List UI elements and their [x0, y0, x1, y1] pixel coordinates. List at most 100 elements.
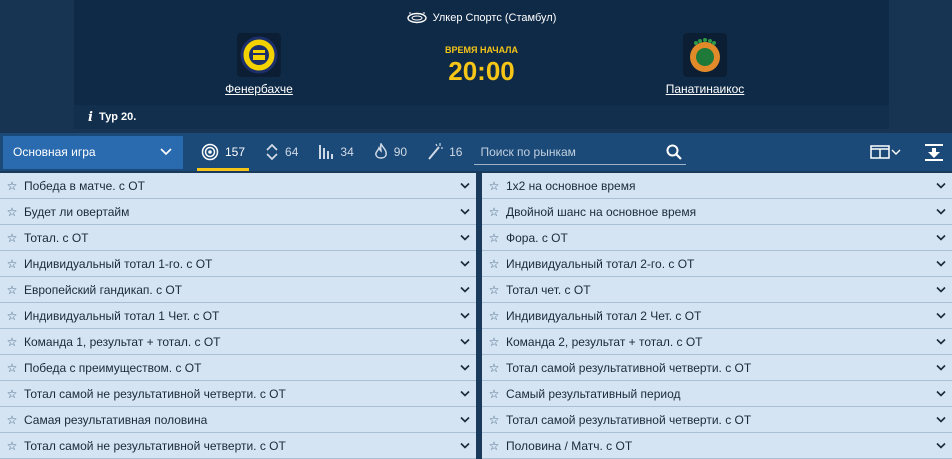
toolbar-right [870, 139, 952, 165]
star-icon[interactable]: ☆ [0, 439, 24, 453]
chevron-down-icon[interactable] [454, 390, 476, 398]
chevron-down-icon[interactable] [930, 182, 952, 190]
filter-handicap[interactable]: 64 [261, 133, 302, 171]
market-row[interactable]: ☆ 1х2 на основное время [482, 173, 952, 199]
chevron-down-icon[interactable] [930, 442, 952, 450]
chevron-down-icon[interactable] [454, 234, 476, 242]
star-icon[interactable]: ☆ [482, 179, 506, 193]
market-row[interactable]: ☆ Индивидуальный тотал 2 Чет. с ОТ [482, 303, 952, 329]
start-time: 20:00 [448, 56, 515, 86]
chevron-down-icon[interactable] [930, 416, 952, 424]
market-group-value: Основная игра [13, 145, 96, 159]
star-icon[interactable]: ☆ [0, 387, 24, 401]
market-row[interactable]: ☆ Европейский гандикап. с ОТ [0, 277, 476, 303]
market-row[interactable]: ☆ Самый результативный период [482, 381, 952, 407]
chevron-down-icon[interactable] [454, 312, 476, 320]
market-row[interactable]: ☆ Индивидуальный тотал 1 Чет. с ОТ [0, 303, 476, 329]
star-icon[interactable]: ☆ [482, 257, 506, 271]
chevron-down-icon[interactable] [930, 312, 952, 320]
market-row[interactable]: ☆ Тотал самой результативной четверти. с … [482, 407, 952, 433]
star-icon[interactable]: ☆ [482, 387, 506, 401]
star-icon[interactable]: ☆ [0, 335, 24, 349]
filter-totals[interactable]: 34 [314, 133, 357, 171]
magic-wand-icon [428, 143, 444, 160]
layout-toggle-button[interactable] [870, 145, 902, 159]
market-row[interactable]: ☆ Половина / Матч. с ОТ [482, 433, 952, 459]
chevron-down-icon[interactable] [930, 286, 952, 294]
star-icon[interactable]: ☆ [482, 413, 506, 427]
market-search-input[interactable] [480, 144, 661, 159]
market-row[interactable]: ☆ Двойной шанс на основное время [482, 199, 952, 225]
chevron-down-icon[interactable] [930, 234, 952, 242]
chevron-down-icon[interactable] [454, 182, 476, 190]
market-row[interactable]: ☆ Команда 2, результат + тотал. с ОТ [482, 329, 952, 355]
chevron-down-icon[interactable] [454, 416, 476, 424]
market-row[interactable]: ☆ Победа в матче. с ОТ [0, 173, 476, 199]
filter-totals-count: 34 [340, 145, 354, 159]
market-name: 1х2 на основное время [506, 178, 636, 193]
market-name: Победа в матче. с ОТ [24, 178, 145, 193]
collapse-all-button[interactable] [920, 139, 948, 165]
up-down-arrows-icon [266, 143, 278, 161]
market-row[interactable]: ☆ Индивидуальный тотал 1-го. с ОТ [0, 251, 476, 277]
chevron-down-icon [891, 149, 901, 155]
star-icon[interactable]: ☆ [482, 439, 506, 453]
chevron-down-icon[interactable] [930, 364, 952, 372]
market-row[interactable]: ☆ Индивидуальный тотал 2-го. с ОТ [482, 251, 952, 277]
star-icon[interactable]: ☆ [0, 283, 24, 297]
star-icon[interactable]: ☆ [0, 205, 24, 219]
star-icon[interactable]: ☆ [482, 335, 506, 349]
market-row[interactable]: ☆ Тотал самой не результативной четверти.… [0, 381, 476, 407]
star-icon[interactable]: ☆ [0, 231, 24, 245]
market-row[interactable]: ☆ Фора. с ОТ [482, 225, 952, 251]
away-team-name[interactable]: Панатинаикос [666, 82, 745, 96]
market-name: Тотал самой не результативной четверти. … [24, 386, 286, 401]
chevron-down-icon[interactable] [454, 286, 476, 294]
star-icon[interactable]: ☆ [0, 413, 24, 427]
market-name: Двойной шанс на основное время [506, 204, 697, 219]
chevron-down-icon[interactable] [930, 390, 952, 398]
market-search[interactable] [474, 139, 687, 165]
market-name: Индивидуальный тотал 2-го. с ОТ [506, 256, 695, 271]
market-group-select[interactable]: Основная игра [3, 135, 183, 169]
star-icon[interactable]: ☆ [0, 179, 24, 193]
filter-specials[interactable]: 16 [423, 133, 466, 171]
market-row[interactable]: ☆ Тотал самой результативной четверти. с … [482, 355, 952, 381]
search-icon[interactable] [666, 144, 683, 160]
market-name: Индивидуальный тотал 1 Чет. с ОТ [24, 308, 220, 323]
star-icon[interactable]: ☆ [482, 205, 506, 219]
market-row[interactable]: ☆ Тотал чет. с ОТ [482, 277, 952, 303]
away-team-logo [683, 33, 727, 77]
markets-toolbar: Основная игра 157 64 34 90 16 Поиск по р… [0, 133, 952, 171]
start-time-label: ВРЕМЯ НАЧАЛА [444, 45, 519, 55]
chevron-down-icon[interactable] [454, 260, 476, 268]
star-icon[interactable]: ☆ [482, 309, 506, 323]
market-row[interactable]: ☆ Тотал самой не результативной четверти.… [0, 433, 476, 459]
market-row[interactable]: ☆ Команда 1, результат + тотал. с ОТ [0, 329, 476, 355]
chevron-down-icon[interactable] [930, 260, 952, 268]
away-team[interactable]: Панатинаикос [659, 33, 751, 96]
star-icon[interactable]: ☆ [482, 283, 506, 297]
market-name: Команда 2, результат + тотал. с ОТ [506, 334, 703, 349]
info-icon: i [88, 109, 93, 125]
chevron-down-icon[interactable] [454, 208, 476, 216]
filter-handicap-count: 64 [285, 145, 299, 159]
chevron-down-icon[interactable] [930, 338, 952, 346]
star-icon[interactable]: ☆ [0, 257, 24, 271]
chevron-down-icon[interactable] [454, 442, 476, 450]
chevron-down-icon[interactable] [454, 364, 476, 372]
chevron-down-icon[interactable] [930, 208, 952, 216]
market-row[interactable]: ☆ Тотал. с ОТ [0, 225, 476, 251]
star-icon[interactable]: ☆ [0, 361, 24, 375]
star-icon[interactable]: ☆ [482, 231, 506, 245]
market-row[interactable]: ☆ Победа с преимуществом. с ОТ [0, 355, 476, 381]
info-bar: i Тур 20. [74, 105, 889, 129]
star-icon[interactable]: ☆ [482, 361, 506, 375]
filter-all[interactable]: 157 [197, 133, 250, 171]
filter-popular[interactable]: 90 [370, 133, 411, 171]
star-icon[interactable]: ☆ [0, 309, 24, 323]
chevron-down-icon[interactable] [454, 338, 476, 346]
round-label: Тур 20. [98, 111, 137, 123]
market-row[interactable]: ☆ Самая результативная половина [0, 407, 476, 433]
market-row[interactable]: ☆ Будет ли овертайм [0, 199, 476, 225]
